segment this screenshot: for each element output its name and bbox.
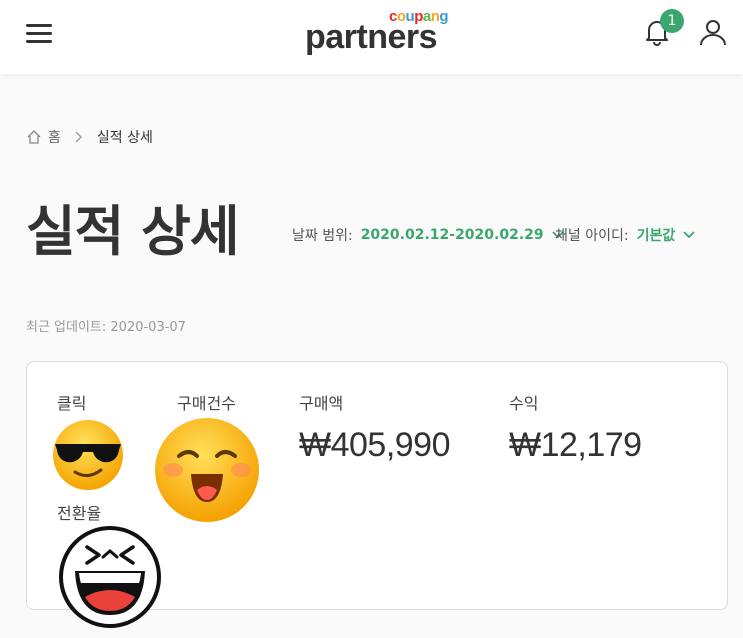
user-icon[interactable] (698, 17, 728, 47)
clicks-label: 클릭 (57, 394, 87, 413)
breadcrumb-current: 실적 상세 (96, 130, 153, 146)
logo-partners-text: partners (305, 18, 438, 56)
hamburger-menu-icon[interactable] (26, 22, 54, 44)
coupang-partners-logo[interactable]: coupang partners (303, 6, 453, 62)
date-range-label: 날짜 범위: (292, 228, 353, 244)
app-header: coupang partners 1 (0, 0, 743, 74)
channel-id-label: 채널 아이디: (555, 228, 629, 244)
grinning-emoji-icon (155, 418, 259, 522)
sales-value: ₩405,990 (299, 426, 451, 464)
channel-id-filter[interactable]: 채널 아이디: 기본값 (555, 225, 695, 245)
orders-label: 구매건수 (177, 394, 236, 413)
breadcrumb-home-link[interactable]: 홈 (26, 127, 61, 147)
page-title: 실적 상세 (26, 200, 240, 263)
revenue-value: ₩12,179 (509, 426, 642, 464)
metrics-card: 클릭 구매건수 구매액 ₩405,990 수익 ₩12,179 전환율 (26, 361, 728, 628)
date-range-value[interactable]: 2020.02.12-2020.02.29 (361, 227, 544, 243)
breadcrumb: 홈 실적 상세 (26, 126, 153, 148)
breadcrumb-home-label: 홈 (48, 130, 61, 146)
conversion-label: 전환율 (57, 504, 102, 523)
laughing-emoji-icon (59, 526, 161, 628)
revenue-label: 수익 (509, 394, 539, 413)
chevron-right-icon (75, 131, 82, 143)
chevron-down-icon[interactable] (683, 231, 695, 239)
sales-label: 구매액 (299, 394, 344, 413)
date-range-filter[interactable]: 날짜 범위: 2020.02.12-2020.02.29 (292, 225, 564, 245)
home-icon (27, 130, 41, 144)
channel-id-value[interactable]: 기본값 (637, 225, 676, 245)
last-updated-text: 최근 업데이트: 2020-03-07 (26, 320, 186, 335)
sunglasses-emoji-icon (53, 420, 123, 490)
notification-count-badge: 1 (660, 9, 684, 33)
